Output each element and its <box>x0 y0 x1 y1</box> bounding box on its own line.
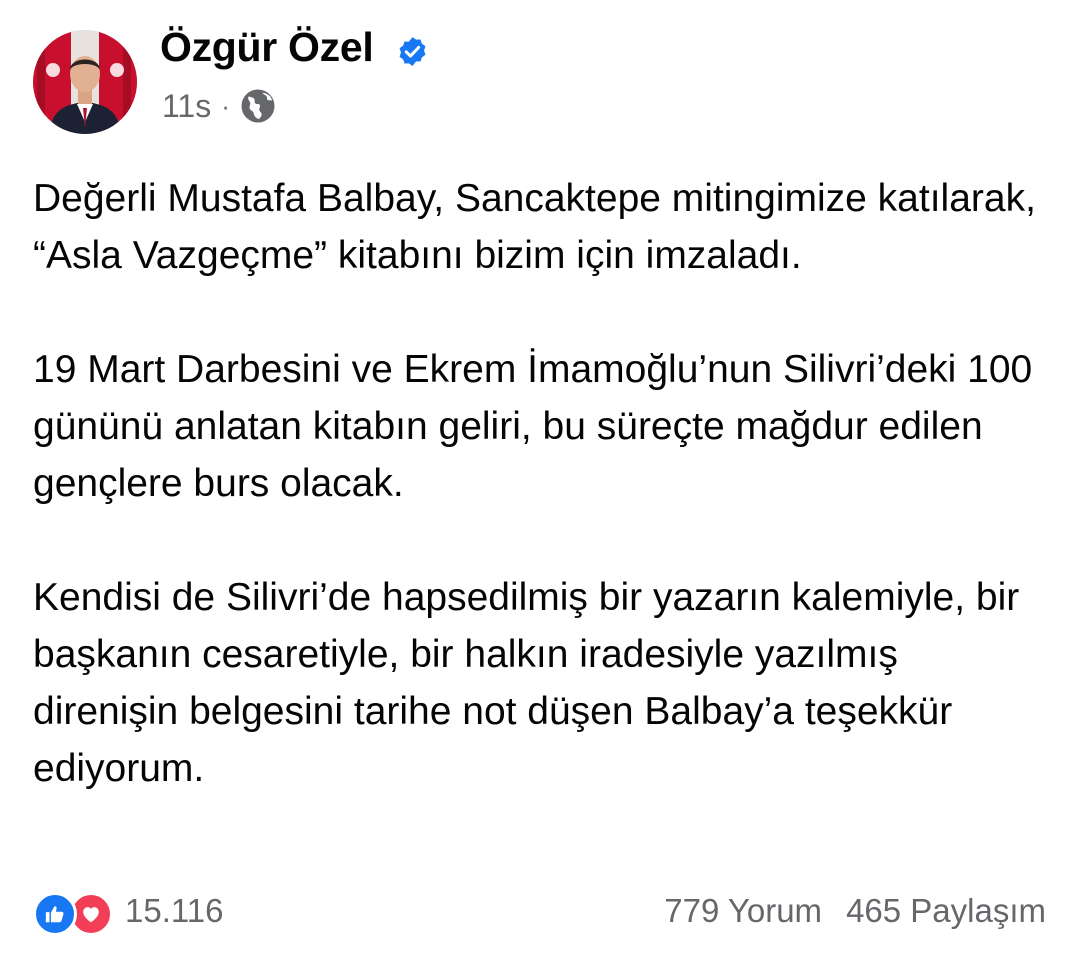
comments-count[interactable]: 779 Yorum <box>664 892 822 930</box>
author-name[interactable]: Özgür Özel <box>160 24 374 71</box>
avatar[interactable] <box>33 30 137 134</box>
reaction-count: 15.116 <box>125 892 224 929</box>
post-meta: 11s · <box>162 86 276 126</box>
reactions-summary[interactable]: 15.116 <box>33 888 224 936</box>
like-icon <box>33 892 77 936</box>
post-paragraph-2: 19 Mart Darbesini ve Ekrem İmamoğlu’nun … <box>33 348 1033 505</box>
post-paragraph-1: Değerli Mustafa Balbay, Sancaktepe mitin… <box>33 177 1036 277</box>
globe-icon[interactable] <box>240 88 276 124</box>
avatar-image <box>33 30 137 134</box>
post-text: Değerli Mustafa Balbay, Sancaktepe mitin… <box>33 170 1043 797</box>
post-stats: 779 Yorum 465 Paylaşım <box>664 888 1046 934</box>
post-paragraph-3: Kendisi de Silivri’de hapsedilmiş bir ya… <box>33 576 1020 790</box>
reaction-icons <box>33 888 115 936</box>
post-time[interactable]: 11s <box>162 88 211 125</box>
meta-separator: · <box>221 90 230 121</box>
facebook-post: Özgür Özel 11s · Değerli Mustafa Balbay,… <box>0 0 1080 960</box>
shares-count[interactable]: 465 Paylaşım <box>846 892 1046 930</box>
verified-badge-icon <box>399 37 426 66</box>
